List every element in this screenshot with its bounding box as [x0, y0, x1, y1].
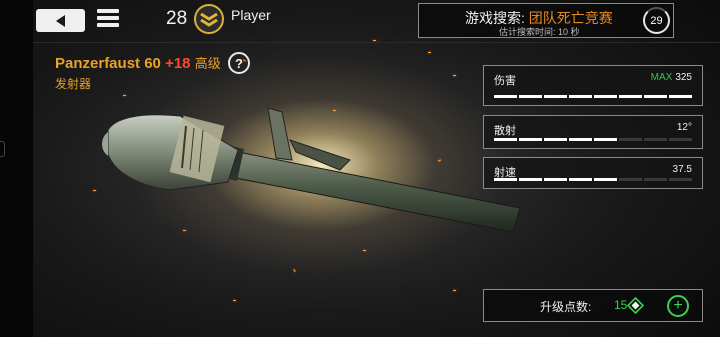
stat-bar-segment	[494, 138, 517, 141]
stat-fire-rate: 射速 37.5	[483, 157, 703, 189]
stat-bar-segment	[569, 138, 592, 141]
add-upgrade-button[interactable]: +	[667, 295, 689, 317]
diamond-icon	[627, 297, 644, 314]
help-button[interactable]: ?	[228, 52, 250, 74]
player-name[interactable]: Player	[231, 7, 271, 23]
stat-bar-segment	[519, 138, 542, 141]
stat-bar-segment	[544, 178, 567, 181]
stat-damage: 伤害 MAX 325	[483, 65, 703, 106]
stat-bar-segment	[619, 178, 642, 181]
countdown-value: 29	[650, 14, 663, 27]
stat-bar-segment	[619, 138, 642, 141]
matchmaking-label: 游戏搜索:	[465, 10, 529, 26]
matchmaking-mode: 团队死亡竞赛	[528, 10, 613, 26]
stat-bar-segment	[544, 95, 567, 98]
weapon-name: Panzerfaust 60	[55, 55, 161, 72]
stat-bar-segment	[644, 138, 667, 141]
stat-value: MAX 325	[651, 72, 692, 83]
stat-bar-segment	[594, 178, 617, 181]
stat-bar-segment	[644, 178, 667, 181]
stat-value: 37.5	[672, 164, 692, 175]
weapon-type: 发射器	[55, 77, 92, 91]
back-arrow-icon	[55, 14, 65, 27]
stat-value: 12°	[676, 122, 692, 133]
plus-icon: +	[673, 297, 683, 314]
matchmaking-panel[interactable]: 游戏搜索: 团队死亡竞赛 估计搜索时间: 10 秒 29	[418, 3, 674, 38]
stat-bar-segment	[494, 95, 517, 98]
stat-bar-segment	[519, 178, 542, 181]
stat-bar-segment	[619, 95, 642, 98]
stat-bar-segment	[519, 95, 542, 98]
countdown-ring-icon: 29	[643, 7, 670, 34]
stat-bar-segment	[569, 95, 592, 98]
stat-bar-segment	[669, 95, 692, 98]
upgrade-panel: 升级点数: 15 +	[483, 289, 703, 322]
stat-bar	[494, 138, 692, 141]
header-divider	[33, 42, 720, 43]
stat-bar-segment	[494, 178, 517, 181]
help-icon: ?	[235, 55, 243, 71]
stat-bar-segment	[594, 138, 617, 141]
weapon-bonus: +18	[165, 55, 191, 72]
stat-label: 散射	[494, 125, 516, 137]
stat-bar-segment	[669, 138, 692, 141]
stat-bar-segment	[544, 138, 567, 141]
stat-spread: 散射 12°	[483, 115, 703, 149]
player-level: 28	[166, 8, 188, 29]
stat-bar	[494, 178, 692, 181]
upgrade-label: 升级点数:	[540, 300, 592, 314]
stat-bar-segment	[644, 95, 667, 98]
stat-bar-segment	[594, 95, 617, 98]
weapon-title: Panzerfaust 60 +18 高级	[55, 53, 221, 72]
stat-label: 伤害	[494, 75, 516, 87]
weapon-tier: 高级	[194, 56, 221, 71]
matchmaking-estimate: 估计搜索时间: 10 秒	[499, 27, 580, 37]
stat-number: 325	[675, 72, 692, 83]
stat-bar-segment	[569, 178, 592, 181]
back-button[interactable]	[36, 9, 85, 32]
sergeant-chevron-icon	[194, 4, 224, 34]
stat-max-label: MAX	[650, 72, 673, 83]
stat-bar-segment	[669, 178, 692, 181]
hamburger-menu-icon[interactable]	[97, 9, 119, 31]
stat-bar	[494, 95, 692, 98]
upgrade-points: 15	[614, 298, 628, 312]
